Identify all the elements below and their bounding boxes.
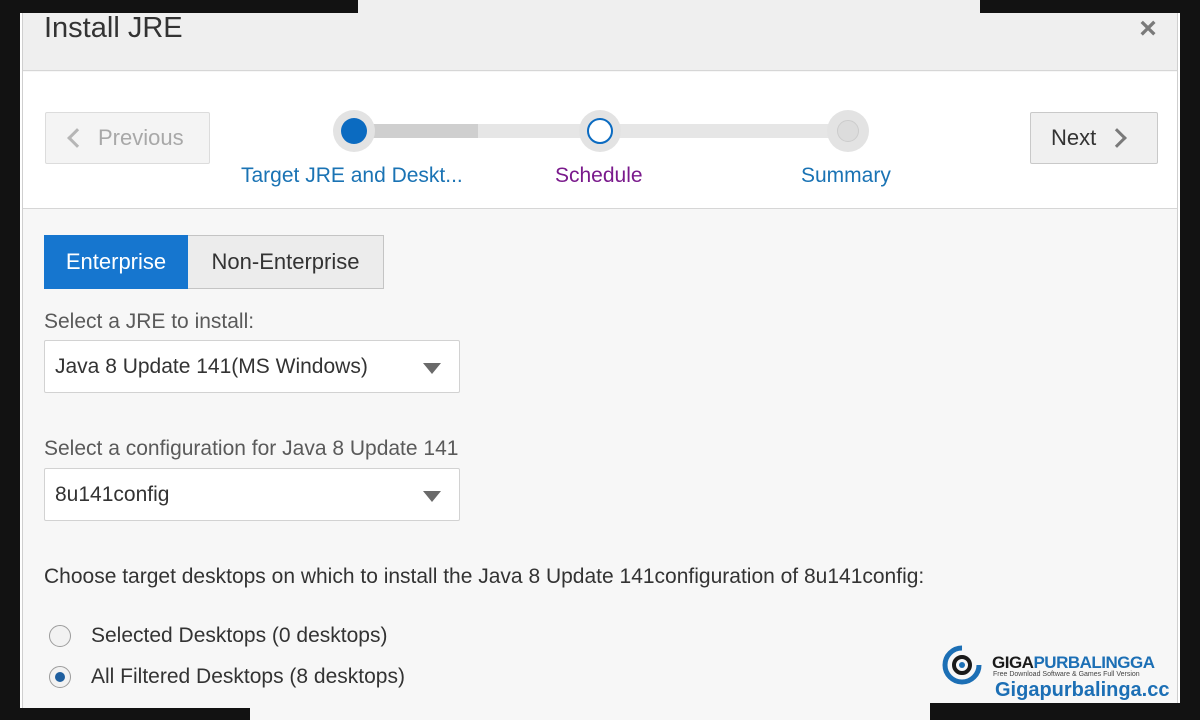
step-3-marker	[837, 120, 859, 142]
step-3-label: Summary	[801, 164, 891, 187]
next-button[interactable]: Next	[1030, 112, 1158, 164]
wizard-train: Previous Target JRE and Deskt... Schedul…	[23, 72, 1177, 209]
frame-top-left	[0, 0, 358, 13]
jre-select-value: Java 8 Update 141(MS Windows)	[55, 355, 368, 378]
frame-right	[1180, 0, 1200, 720]
previous-button-label: Previous	[98, 125, 184, 150]
config-select[interactable]: 8u141config	[44, 468, 460, 521]
target-desktops-prompt: Choose target desktops on which to insta…	[44, 565, 925, 588]
radio-label: All Filtered Desktops (8 desktops)	[91, 665, 405, 688]
chevron-right-icon	[1107, 128, 1128, 148]
step-2-label[interactable]: Schedule	[555, 164, 643, 188]
watermark-url: Gigapurbalinga.cc	[995, 679, 1170, 701]
step-1-marker[interactable]	[341, 118, 367, 144]
frame-left	[0, 0, 20, 720]
frame-bottom-right	[930, 703, 1200, 720]
radio-button[interactable]	[49, 666, 71, 688]
radio-label: Selected Desktops (0 desktops)	[91, 624, 388, 647]
tab-enterprise[interactable]: Enterprise	[44, 235, 188, 289]
enterprise-toggle: Enterprise Non-Enterprise	[44, 235, 384, 289]
config-select-value: 8u141config	[55, 483, 170, 506]
frame-bottom-left	[0, 708, 250, 720]
jre-select[interactable]: Java 8 Update 141(MS Windows)	[44, 340, 460, 393]
caret-down-icon	[423, 491, 441, 502]
frame-top-right	[980, 0, 1200, 13]
config-select-label: Select a configuration for Java 8 Update…	[44, 437, 459, 460]
radio-all-filtered-desktops[interactable]: All Filtered Desktops (8 desktops)	[49, 662, 405, 692]
dialog-title: Install JRE	[44, 12, 183, 44]
caret-down-icon	[423, 363, 441, 374]
close-icon[interactable]: ×	[1135, 14, 1161, 44]
previous-button[interactable]: Previous	[45, 112, 210, 164]
watermark-tagline: Free Download Software & Games Full Vers…	[993, 671, 1140, 678]
next-button-label: Next	[1051, 125, 1097, 150]
step-1-label[interactable]: Target JRE and Deskt...	[241, 164, 463, 188]
install-jre-dialog: Install JRE × Previous Target JRE and De…	[22, 0, 1178, 720]
tab-non-enterprise[interactable]: Non-Enterprise	[188, 235, 384, 289]
watermark-logo-icon	[942, 645, 982, 685]
radio-button[interactable]	[49, 625, 71, 647]
step-2-marker[interactable]	[587, 118, 613, 144]
radio-selected-desktops[interactable]: Selected Desktops (0 desktops)	[49, 621, 387, 651]
chevron-left-icon	[67, 128, 87, 148]
watermark-brand: GIGAPURBALINGGA	[992, 653, 1155, 672]
jre-select-label: Select a JRE to install:	[44, 310, 255, 333]
